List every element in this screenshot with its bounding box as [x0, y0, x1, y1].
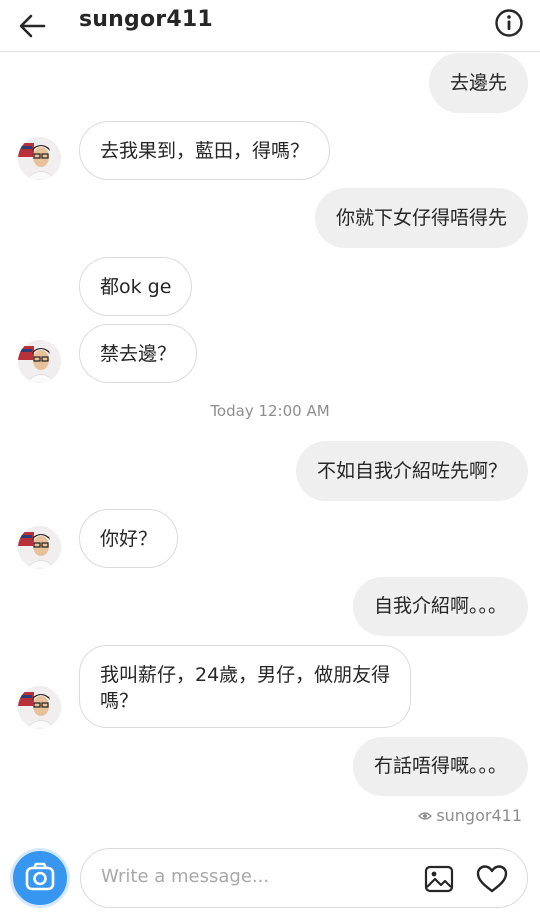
message-incoming[interactable]: 都ok ge [79, 257, 193, 316]
info-icon [495, 9, 523, 37]
chat-title[interactable]: sungor411 [79, 7, 213, 32]
message-text: 你就下女仔得唔得先 [335, 207, 507, 229]
message-text-line: 嗎？ [100, 690, 139, 712]
message-text: 你好？ [100, 528, 158, 550]
message-text-line: 我叫薪仔，24歲，男仔，做朋友得 [100, 664, 391, 686]
avatar[interactable] [18, 137, 61, 180]
message-incoming[interactable]: 我叫薪仔，24歲，男仔，做朋友得 嗎？ [79, 645, 412, 728]
message-text: 自我介紹啊。。。 [373, 595, 507, 617]
eye-icon [418, 812, 433, 820]
avatar[interactable] [18, 686, 61, 729]
seen-indicator: sungor411 [418, 806, 522, 825]
camera-icon [25, 862, 55, 891]
avatar[interactable] [18, 340, 61, 383]
message-incoming[interactable]: 你好？ [79, 509, 179, 568]
message-text: 冇話唔得嘅。。。 [373, 755, 507, 777]
message-incoming[interactable]: 禁去邊？ [79, 324, 198, 383]
message-outgoing[interactable]: 你就下女仔得唔得先 [314, 188, 528, 248]
image-icon [424, 865, 454, 893]
message-outgoing[interactable]: 去邊先 [428, 53, 528, 113]
gallery-button[interactable] [423, 863, 455, 895]
message-outgoing[interactable]: 冇話唔得嘅。。。 [352, 737, 528, 796]
arrow-left-icon [19, 14, 46, 38]
message-input-placeholder: Write a message... [101, 866, 270, 887]
message-outgoing[interactable]: 自我介紹啊。。。 [352, 577, 528, 636]
message-text: 不如自我介紹咗先啊？ [316, 460, 507, 482]
seen-label: sungor411 [436, 806, 522, 825]
message-text: 去邊先 [449, 72, 507, 94]
message-text: 去我果到，藍田，得嗎？ [100, 140, 310, 162]
info-button[interactable] [494, 8, 524, 38]
message-composer: Write a message... [10, 846, 528, 910]
message-input[interactable]: Write a message... [80, 848, 528, 908]
avatar-image [18, 686, 61, 729]
like-button[interactable] [475, 863, 509, 895]
message-text: 禁去邊？ [100, 343, 177, 365]
chat-header: sungor411 [0, 0, 540, 52]
avatar-image [18, 340, 61, 383]
camera-button[interactable] [10, 848, 70, 908]
back-button[interactable] [14, 8, 50, 44]
message-outgoing[interactable]: 不如自我介紹咗先啊？ [295, 441, 528, 501]
message-incoming[interactable]: 去我果到，藍田，得嗎？ [79, 121, 331, 180]
avatar[interactable] [18, 526, 61, 569]
message-text: 都ok ge [100, 276, 172, 298]
avatar-image [18, 137, 61, 180]
heart-icon [476, 865, 508, 893]
timestamp: Today 12:00 AM [210, 402, 330, 420]
avatar-image [18, 526, 61, 569]
